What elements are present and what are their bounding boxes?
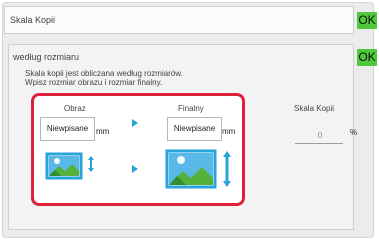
original-unit: mm [96,127,110,136]
image-icon [165,149,231,189]
top-title-bar [4,6,354,34]
ok-button-section[interactable]: OK [357,49,377,66]
description-line-1: Skala kopii jest obliczana według rozmia… [25,69,183,78]
scale-value: 0 [317,131,323,140]
image-icon [45,152,94,180]
description-line-2: Wpisz rozmiar obrazu i rozmiar finalny. [25,78,163,87]
next-arrow-icon [132,119,138,127]
scale-label: Skala Kopii [294,104,335,113]
original-size-input[interactable]: Niewpisane [40,117,95,141]
top-title: Skala Kopii [10,15,56,25]
scale-underline [295,143,343,144]
final-size-input[interactable]: Niewpisane [167,117,222,141]
panel-title: według rozmiaru [13,52,80,62]
next-arrow-icon [132,165,138,173]
final-label: Finalny [178,104,204,113]
ok-button-top[interactable]: OK [357,12,377,29]
description: Skala kopii jest obliczana według rozmia… [25,69,183,87]
final-unit: mm [222,127,236,136]
scale-unit: % [350,128,358,137]
original-label: Obraz [64,104,86,113]
